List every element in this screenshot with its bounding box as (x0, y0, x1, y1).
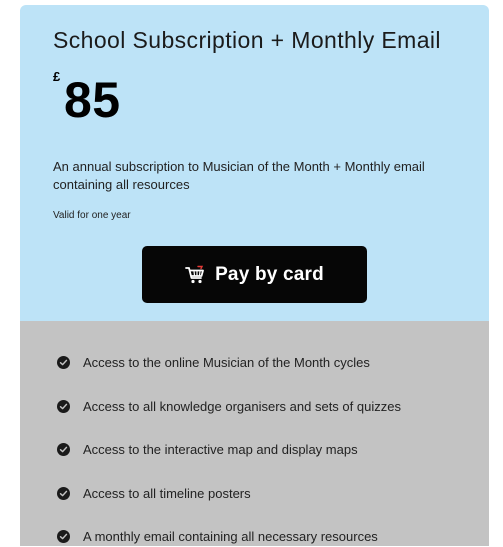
plan-validity: Valid for one year (53, 210, 131, 221)
price-amount: 85 (64, 72, 121, 128)
pay-by-card-button[interactable]: Pay by card (142, 246, 367, 303)
feature-text: Access to the online Musician of the Mon… (83, 355, 370, 371)
feature-list: Access to the online Musician of the Mon… (57, 341, 477, 546)
feature-item: Access to all knowledge organisers and s… (57, 385, 477, 429)
pay-button-label: Pay by card (215, 263, 324, 285)
check-circle-icon (57, 530, 70, 544)
pricing-card-header: School Subscription + Monthly Email £ 85… (20, 5, 489, 321)
check-circle-icon (57, 399, 70, 413)
check-circle-icon (57, 356, 70, 370)
check-circle-icon (57, 486, 70, 500)
feature-text: A monthly email containing all necessary… (83, 529, 378, 545)
currency-symbol: £ (53, 69, 61, 84)
pricing-card: School Subscription + Monthly Email £ 85… (20, 5, 489, 546)
feature-text: Access to the interactive map and displa… (83, 442, 358, 458)
feature-item: Access to all timeline posters (57, 472, 477, 516)
plan-title: School Subscription + Monthly Email (53, 27, 441, 53)
feature-item: Access to the interactive map and displa… (57, 428, 477, 472)
feature-text: Access to all knowledge organisers and s… (83, 398, 401, 414)
feature-text: Access to all timeline posters (83, 485, 251, 501)
shopping-cart-icon (185, 265, 204, 283)
feature-item: A monthly email containing all necessary… (57, 515, 477, 546)
plan-description: An annual subscription to Musician of th… (53, 159, 425, 192)
feature-item: Access to the online Musician of the Mon… (57, 341, 477, 385)
features-section: Access to the online Musician of the Mon… (20, 321, 489, 546)
check-circle-icon (57, 443, 70, 457)
